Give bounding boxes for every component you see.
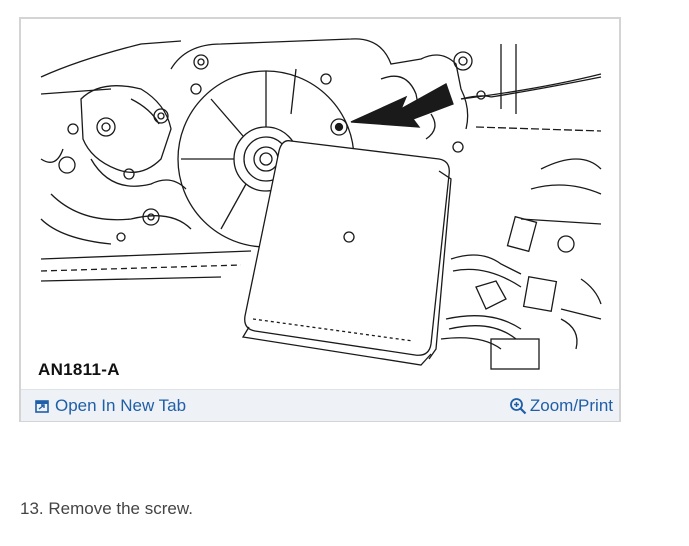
open-in-new-tab-link[interactable]: Open In New Tab bbox=[35, 396, 186, 416]
zoom-in-icon bbox=[509, 397, 527, 415]
figure-toolbar: Open In New Tab Zoom/Print bbox=[21, 389, 619, 421]
instruction-step-text: 13. Remove the screw. bbox=[20, 499, 193, 518]
zoom-print-link[interactable]: Zoom/Print bbox=[509, 396, 613, 416]
open-in-new-tab-icon bbox=[35, 399, 49, 413]
actuator-diagram-image bbox=[40, 38, 602, 370]
figure-card: AN1811-A Open In New Tab Zoom/Print bbox=[19, 17, 621, 422]
open-in-new-tab-label: Open In New Tab bbox=[55, 396, 187, 415]
zoom-print-label: Zoom/Print bbox=[529, 396, 613, 415]
figure-code-label: AN1811-A bbox=[38, 360, 120, 379]
